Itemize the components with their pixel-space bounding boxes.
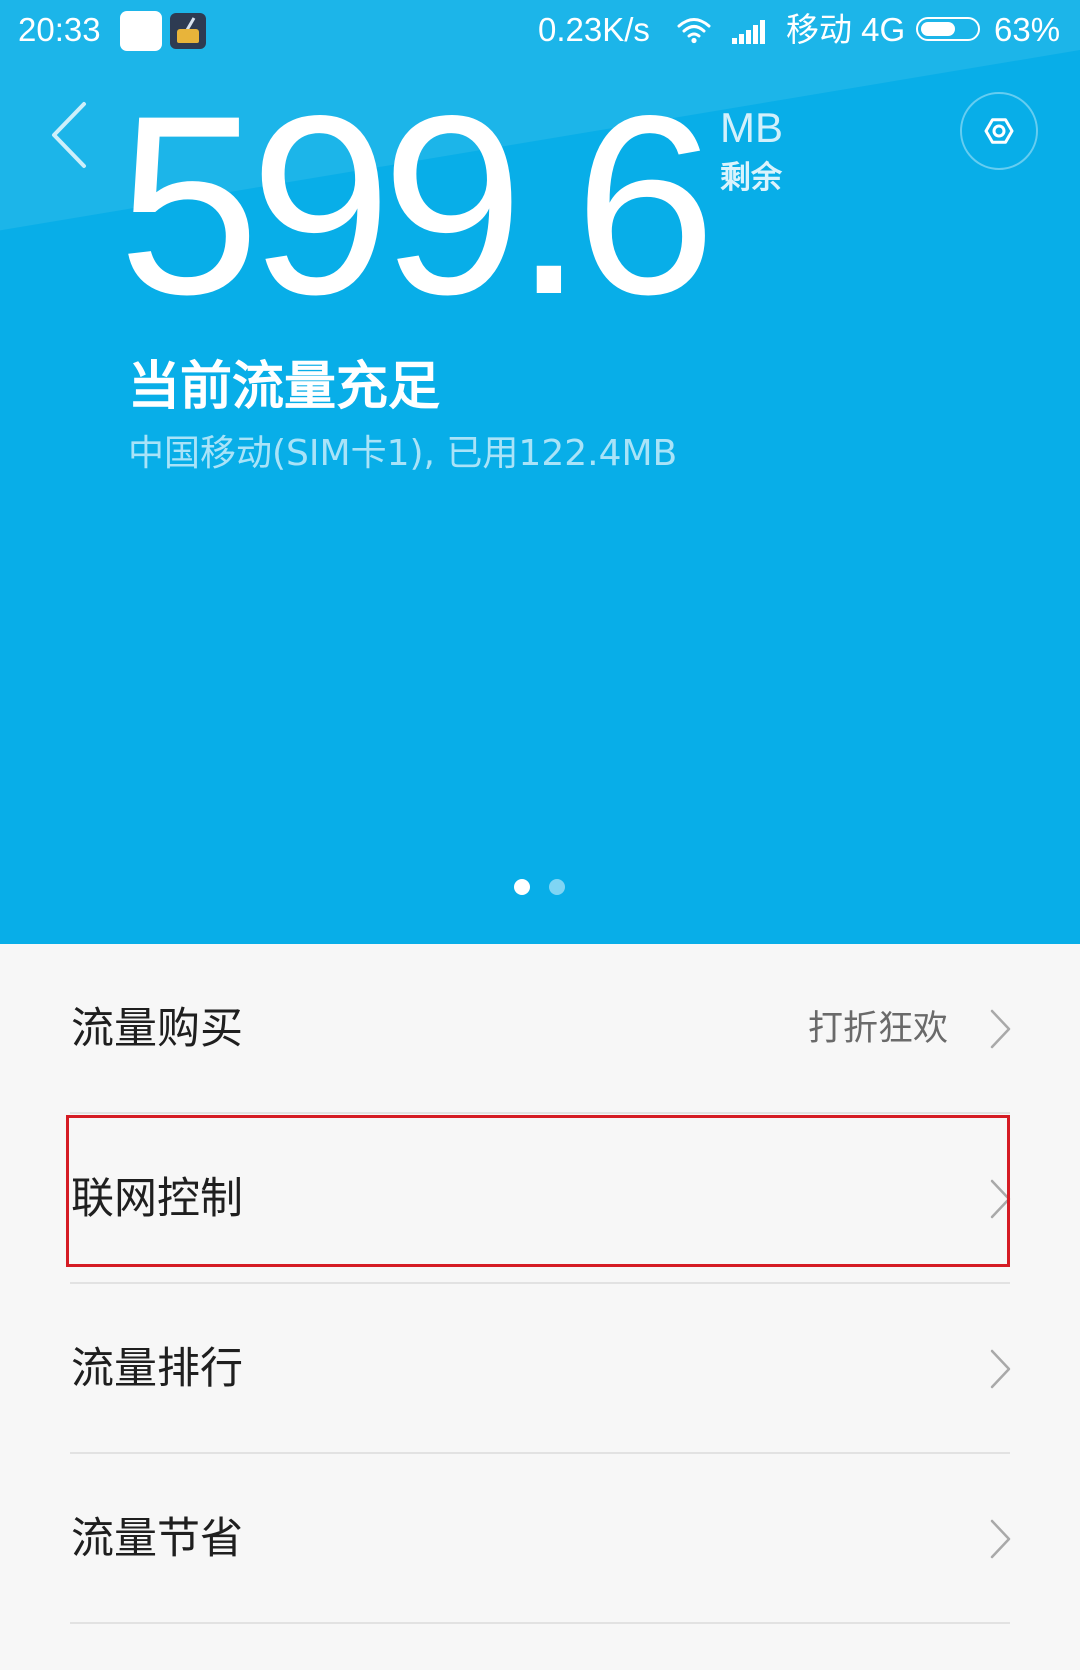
page-dot[interactable] [549,879,565,895]
remaining-data-value: 599.6 [118,63,716,348]
chevron-right-icon [990,1179,1011,1219]
page-dot-active[interactable] [514,879,530,895]
usage-status-title: 当前流量充足 [128,357,441,417]
network-speed: 0.23K/s [538,11,650,48]
menu-item-label: 流量节省 [71,1514,243,1564]
menu-item-data-saving[interactable]: 流量节省 [0,1454,1080,1624]
status-time: 20:33 [18,11,101,48]
menu-item-buy-data[interactable]: 流量购买 打折狂欢 [0,944,1080,1114]
signal-icon [732,20,765,44]
menu-item-network-control[interactable]: 联网控制 [0,1114,1080,1284]
back-button[interactable] [46,98,94,172]
chevron-left-icon [52,102,86,168]
chevron-right-icon [990,1519,1011,1559]
remaining-unit: MB [720,104,783,151]
wifi-icon [677,18,711,44]
battery-level-fill [921,22,956,36]
carrier-label: 移动 4G [786,11,906,48]
menu-item-label: 流量排行 [71,1344,243,1394]
notification-icon [120,11,162,51]
cleaner-app-icon [170,13,206,49]
settings-button[interactable] [960,92,1038,170]
usage-status-detail: 中国移动(SIM卡1), 已用122.4MB [128,433,678,474]
menu-item-label: 联网控制 [71,1174,243,1224]
chevron-right-icon [990,1009,1011,1049]
chevron-right-icon [990,1349,1011,1389]
remaining-caption: 剩余 [720,160,782,196]
battery-icon [916,17,980,41]
divider [70,1622,1010,1624]
menu-item-label: 流量购买 [71,1004,243,1054]
battery-percent: 63% [994,11,1061,48]
menu-item-data-ranking[interactable]: 流量排行 [0,1284,1080,1454]
menu-list: 流量购买 打折狂欢 联网控制 流量排行 流量节省 [0,944,1080,1670]
data-usage-header: 20:33 0.23K/s 移动 4G 63% 599.6 MB 剩余 当前流量… [0,0,1080,944]
gear-icon [984,118,1014,144]
menu-item-hint: 打折狂欢 [807,1009,948,1049]
